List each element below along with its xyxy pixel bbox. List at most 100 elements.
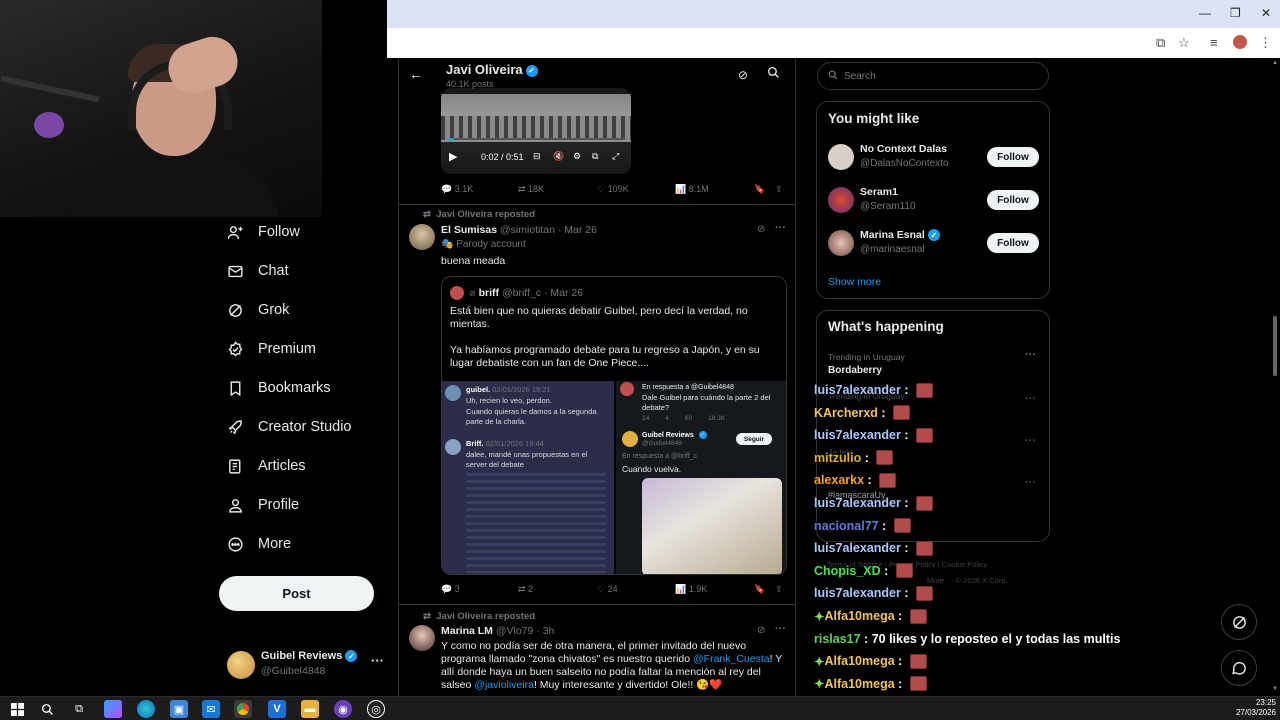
video-player[interactable]: ▶ 0:02 / 0:51 ⊟ 🔇 ⚙ ⧉ ⤢ [441, 88, 631, 174]
address-bar[interactable] [387, 28, 1280, 58]
quoted-tweet[interactable]: ⊘ briff @briff_c · Mar 26 Está bien que … [441, 276, 787, 575]
quote-image-right[interactable]: En respuesta a @Guibel4848 Dale Guibel p… [616, 381, 786, 574]
grok-fab[interactable] [1221, 604, 1257, 640]
trend-more-icon[interactable]: ··· [1025, 349, 1036, 361]
nav-profile[interactable]: Profile [226, 490, 299, 520]
author-name[interactable]: El Sumisas [441, 224, 497, 236]
volume-muted-icon[interactable]: 🔇 [553, 151, 564, 162]
windows-start-icon[interactable] [8, 700, 26, 718]
messages-fab[interactable] [1221, 650, 1257, 686]
like-button[interactable]: ♡ 24 [597, 584, 618, 595]
nav-bookmarks[interactable]: Bookmarks [226, 373, 331, 403]
author-handle[interactable]: @Vlo79 [496, 625, 534, 637]
avatar[interactable] [828, 144, 854, 170]
avatar[interactable] [409, 224, 435, 250]
repost-button[interactable]: ⇄ 2 [518, 584, 533, 595]
bookmark-icon [226, 379, 244, 397]
scrollbar-thumb[interactable] [1273, 316, 1277, 376]
more-options-icon[interactable]: ··· [775, 623, 786, 635]
bookmark-star-icon[interactable]: ☆ [1178, 35, 1190, 51]
account-switcher[interactable]: Guibel Reviews ✓ @Guibel4848 ··· [227, 649, 387, 683]
back-arrow-icon[interactable]: ← [409, 66, 423, 82]
reply-button[interactable]: 💬 3 [441, 584, 460, 595]
chrome-icon[interactable] [234, 700, 252, 718]
reading-list-icon[interactable]: ≡ [1210, 35, 1218, 50]
follow-button[interactable]: Follow [987, 147, 1039, 167]
minimize-icon[interactable]: — [1199, 6, 1211, 20]
obs-icon[interactable]: ◉ [334, 700, 352, 718]
avatar[interactable] [828, 187, 854, 213]
bookmark-icon[interactable]: 🔖 [754, 184, 765, 195]
card-title: What's happening [828, 319, 944, 334]
chat-emote-icon [909, 676, 927, 692]
repost-button[interactable]: ⇄ 18K [518, 184, 544, 195]
nav-articles[interactable]: Articles [226, 451, 306, 481]
search-icon[interactable] [767, 66, 780, 82]
grok-icon[interactable]: ⊘ [757, 625, 765, 636]
app-icon[interactable]: ◎ [367, 700, 385, 718]
tweet-date[interactable]: · Mar 26 [558, 224, 597, 236]
settings-gear-icon[interactable]: ⚙ [573, 151, 581, 162]
mail-app-icon[interactable]: ✉ [202, 700, 220, 718]
author-handle[interactable]: @simiotitan [500, 224, 555, 236]
avatar[interactable] [409, 625, 435, 651]
play-icon[interactable]: ▶ [449, 150, 457, 163]
system-clock[interactable]: 23:25 27/03/2026 [1226, 698, 1276, 718]
scroll-down-icon[interactable]: ▼ [1272, 686, 1278, 692]
grok-icon[interactable]: ⊘ [738, 68, 748, 82]
page-scrollbar[interactable]: ▲ ▼ [1270, 58, 1280, 696]
nav-grok[interactable]: Grok [226, 295, 289, 325]
nav-creator-studio[interactable]: Creator Studio [226, 412, 352, 442]
captions-icon[interactable]: ⊟ [533, 151, 541, 162]
edge-icon[interactable] [137, 700, 155, 718]
store-icon[interactable]: ▣ [170, 700, 188, 718]
suggested-name[interactable]: No Context Dalas [860, 143, 947, 155]
webcam-overlay [0, 0, 322, 217]
mention-link[interactable]: @Frank_Cuesta [693, 653, 770, 665]
vegas-icon[interactable]: V [268, 700, 286, 718]
mention-link[interactable]: @javioliveira [474, 679, 534, 691]
menu-kebab-icon[interactable]: ⋮ [1259, 35, 1272, 51]
search-input[interactable]: Search [817, 62, 1049, 90]
close-icon[interactable]: ✕ [1261, 6, 1271, 20]
follow-button[interactable]: Follow [987, 190, 1039, 210]
copilot-icon[interactable] [104, 700, 122, 718]
grok-icon[interactable]: ⊘ [757, 224, 765, 235]
reply-button[interactable]: 💬 3.1K [441, 184, 473, 195]
follow-button[interactable]: Follow [987, 233, 1039, 253]
pip-icon[interactable]: ⧉ [592, 151, 598, 162]
profile-avatar-icon[interactable] [1233, 35, 1247, 49]
cast-icon[interactable]: ⧉ [1156, 35, 1165, 51]
more-options-icon[interactable]: ··· [371, 653, 384, 668]
chat-separator: : [864, 473, 876, 488]
tweet-date[interactable]: · 3h [536, 625, 554, 637]
suggested-name[interactable]: Seram1 [860, 186, 898, 198]
nav-premium[interactable]: Premium [226, 334, 316, 364]
search-icon[interactable] [38, 700, 56, 718]
fullscreen-icon[interactable]: ⤢ [612, 151, 619, 162]
views-button[interactable]: 📊 8.1M [675, 184, 709, 195]
scroll-up-icon[interactable]: ▲ [1272, 60, 1278, 66]
share-icon[interactable]: ⇪ [775, 184, 783, 195]
nav-more[interactable]: More [226, 529, 291, 559]
nav-chat[interactable]: Chat [226, 256, 289, 286]
post-button[interactable]: Post [219, 576, 374, 611]
avatar[interactable] [828, 230, 854, 256]
views-button[interactable]: 📊 1.9K [675, 584, 707, 595]
restore-icon[interactable]: ❐ [1230, 6, 1241, 20]
like-button[interactable]: ♡ 109K [597, 184, 629, 195]
suggested-name-row[interactable]: Marina Esnal ✓ [860, 229, 940, 242]
you-might-like-card: You might like No Context Dalas @DalasNo… [816, 101, 1050, 299]
trend-topic[interactable]: Bordaberry [828, 365, 882, 376]
author-name[interactable]: Marina LM [441, 625, 493, 637]
show-more-link[interactable]: Show more [828, 276, 881, 288]
quote-image-left[interactable]: guibel. 02/01/2026 19:21 Uh, recien lo v… [442, 381, 614, 574]
file-explorer-icon[interactable]: ▬ [301, 700, 319, 718]
share-icon[interactable]: ⇪ [775, 584, 783, 595]
windows-taskbar: ⧉ ▣ ✉ V ▬ ◉ ◎ 23:25 27/03/2026 [0, 696, 1280, 720]
nav-follow[interactable]: Follow [226, 217, 300, 247]
more-options-icon[interactable]: ··· [775, 222, 786, 234]
bookmark-icon[interactable]: 🔖 [754, 584, 765, 595]
video-progress-track[interactable] [447, 138, 625, 140]
task-view-icon[interactable]: ⧉ [70, 700, 88, 718]
